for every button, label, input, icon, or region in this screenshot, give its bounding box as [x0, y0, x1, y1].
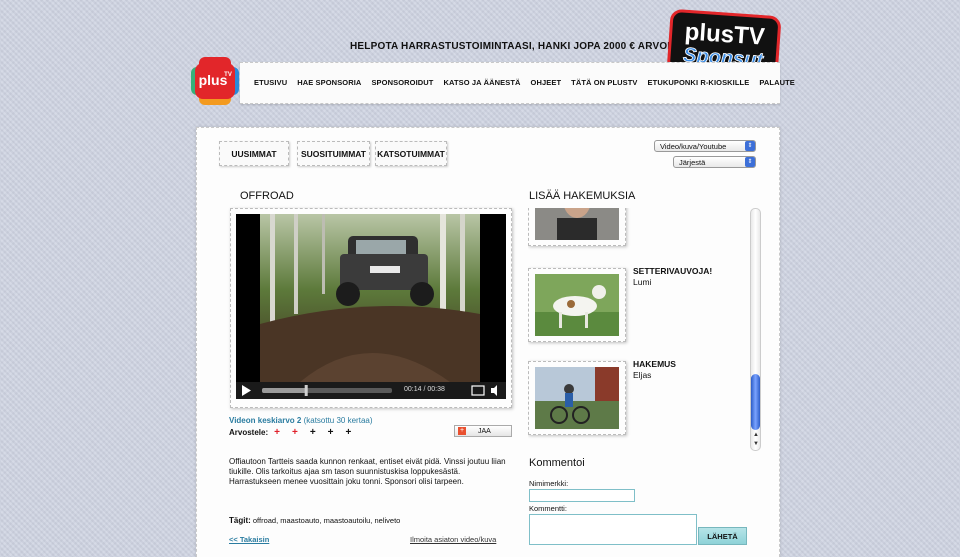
application-user-3: Eljas	[633, 370, 652, 380]
application-title-3[interactable]: HAKEMUS	[633, 359, 676, 369]
video-description: Offiautoon Tartteis saada kunnon renkaat…	[229, 457, 506, 486]
nav-palaute[interactable]: PALAUTE	[759, 78, 795, 87]
nav-sponsoroidut[interactable]: SPONSOROIDUT	[371, 78, 433, 87]
video-time: 00:14 / 00:38	[404, 386, 445, 393]
share-button[interactable]: + JAA	[454, 425, 512, 437]
vote-label: Arvostele:	[229, 428, 269, 437]
vote-star-3[interactable]: +	[310, 427, 316, 438]
select-arrows-icon: ⇕	[745, 157, 755, 167]
nav-ohjeet[interactable]: OHJEET	[531, 78, 562, 87]
tags-list: offroad, maastoauto, maastoautoilu, neli…	[252, 516, 401, 525]
nickname-input[interactable]	[529, 489, 635, 502]
video-thumbnail[interactable]	[260, 214, 480, 382]
tab-most-viewed[interactable]: KATSOTUIMMAT	[375, 141, 447, 166]
volume-icon	[491, 385, 497, 396]
header-tagline: HELPOTA HARRASTUSTOIMINTAASI, HANKI JOPA…	[350, 41, 692, 52]
scroll-down-icon[interactable]: ▼	[753, 441, 759, 447]
comment-textarea[interactable]	[529, 514, 697, 545]
scroll-up-icon[interactable]: ▲	[753, 432, 759, 438]
sort-select-value: Järjestä	[679, 157, 706, 167]
progress-knob	[304, 385, 308, 396]
application-thumb-3[interactable]	[528, 361, 626, 435]
nav-etukuponki[interactable]: ETUKUPONKI R-KIOSKILLE	[648, 78, 750, 87]
application-thumb-1[interactable]	[528, 208, 626, 246]
comments-title: Kommentoi	[529, 457, 585, 469]
report-link[interactable]: Ilmoita asiaton video/kuva	[410, 535, 496, 544]
vote-star-4[interactable]: +	[328, 427, 334, 438]
tab-newest[interactable]: UUSIMMAT	[219, 141, 289, 166]
vote-star-5[interactable]: +	[346, 427, 352, 438]
nav-katso-ja-aanesta[interactable]: KATSO JA ÄÄNESTÄ	[444, 78, 521, 87]
share-label: JAA	[478, 427, 491, 435]
vote-star-1[interactable]: +	[274, 427, 280, 438]
fullscreen-icon	[471, 385, 485, 396]
nav-tata-on-plustv[interactable]: TÄTÄ ON PLUSTV	[571, 78, 637, 87]
back-link[interactable]: << Takaisin	[229, 535, 269, 544]
select-arrows-icon: ⇕	[745, 141, 755, 151]
more-applications-title: LISÄÄ HAKEMUKSIA	[529, 190, 636, 202]
video-rating-line: Videon keskiarvo 2 (katsottu 30 kertaa)	[229, 416, 373, 425]
comment-label: Kommentti:	[529, 504, 567, 513]
sort-select[interactable]: Järjestä ⇕	[673, 156, 756, 168]
media-type-select-value: Video/kuva/Youtube	[660, 141, 727, 151]
share-plus-icon: +	[458, 427, 466, 435]
video-title: OFFROAD	[240, 190, 294, 202]
plustv-logo[interactable]: plus TV	[189, 55, 241, 107]
progress-fill	[262, 388, 307, 393]
logo-small-sup: TV	[224, 72, 232, 78]
media-type-select[interactable]: Video/kuva/Youtube ⇕	[654, 140, 756, 152]
send-button[interactable]: LÄHETÄ	[698, 527, 747, 545]
nickname-label: Nimimerkki:	[529, 479, 569, 488]
applications-scroll-thumb[interactable]	[751, 374, 760, 430]
video-controls	[236, 382, 506, 399]
video-views: (katsottu 30 kertaa)	[303, 416, 373, 425]
applications-list: SETTERIVAUVOJA! Lumi HAKEMUS Eljas	[528, 208, 750, 451]
nav-hae-sponsoria[interactable]: HAE SPONSORIA	[297, 78, 361, 87]
vote-star-2[interactable]: +	[292, 427, 298, 438]
nav-etusivu[interactable]: ETUSIVU	[254, 78, 287, 87]
vote-row: Arvostele: + + + + +	[229, 427, 351, 438]
main-nav: ETUSIVU HAE SPONSORIA SPONSOROIDUT KATSO…	[254, 78, 805, 87]
tags-label: Tägit:	[229, 516, 251, 525]
application-title-2[interactable]: SETTERIVAUVOJA!	[633, 266, 712, 276]
application-thumb-2[interactable]	[528, 268, 626, 342]
play-icon	[242, 385, 251, 396]
tags-row: Tägit: offroad, maastoauto, maastoautoil…	[229, 516, 400, 525]
application-user-2: Lumi	[633, 277, 652, 287]
video-average-rating: Videon keskiarvo 2	[229, 416, 302, 425]
tab-popular[interactable]: SUOSITUIMMAT	[297, 141, 370, 166]
